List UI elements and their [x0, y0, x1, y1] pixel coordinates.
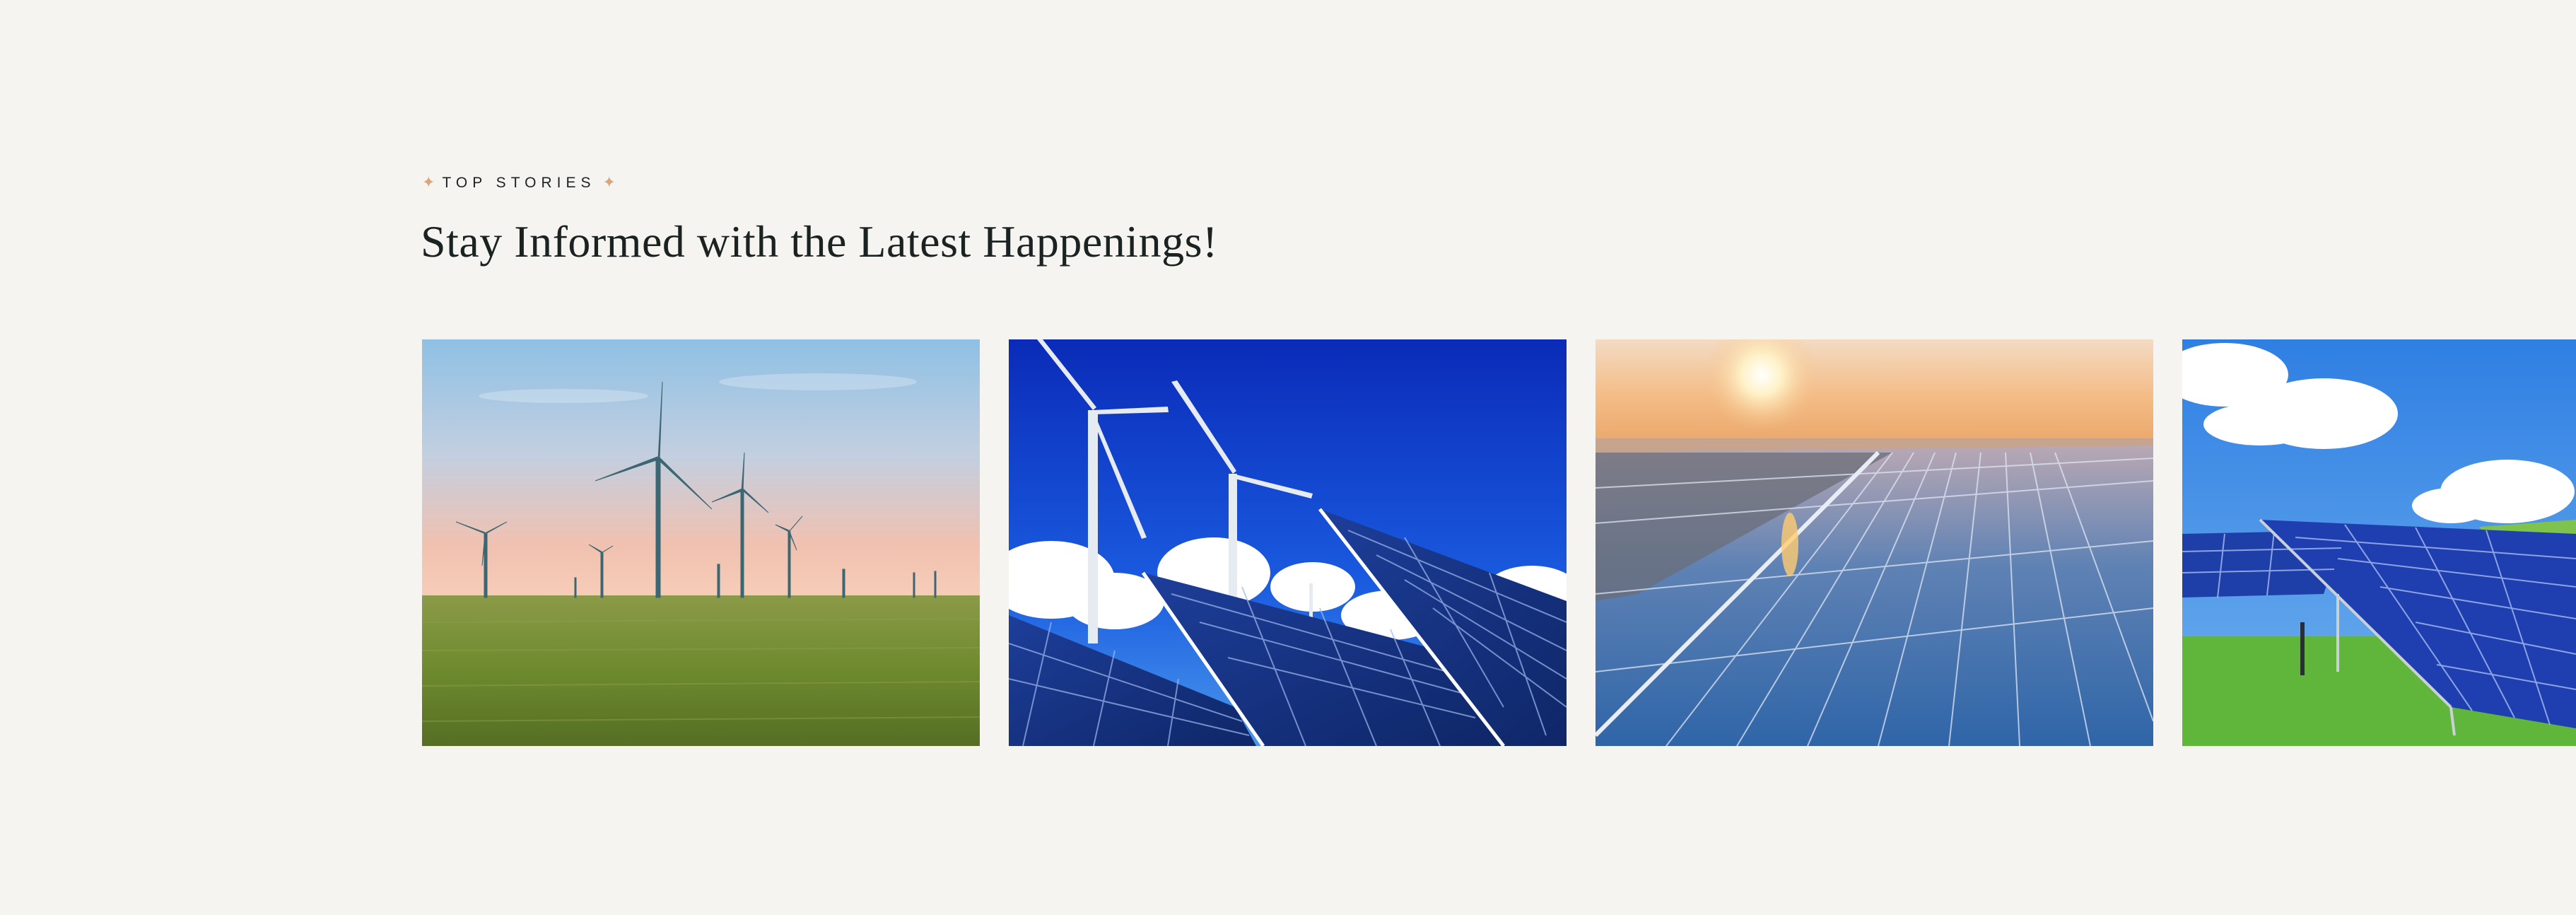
solar-panels-grass-image — [2182, 339, 2576, 746]
wind-turbines-field-image — [422, 339, 980, 746]
story-card-image-4[interactable] — [2182, 339, 2576, 746]
sparkle-icon: ✦ — [602, 174, 616, 192]
section-eyebrow: ✦ TOP STORIES ✦ — [422, 173, 616, 194]
solar-farm-sunset-image — [1596, 339, 2153, 746]
wind-solar-blue-sky-image — [1009, 339, 1567, 746]
story-card-image-1[interactable] — [422, 339, 980, 746]
story-card-image-3[interactable] — [1596, 339, 2153, 746]
top-stories-section: ✦ TOP STORIES ✦ Stay Informed with the L… — [0, 0, 2576, 915]
story-card-image-2[interactable] — [1009, 339, 1567, 746]
eyebrow-label: TOP STORIES — [442, 175, 596, 191]
section-heading: Stay Informed with the Latest Happenings… — [421, 216, 1218, 267]
sparkle-icon: ✦ — [422, 174, 435, 192]
